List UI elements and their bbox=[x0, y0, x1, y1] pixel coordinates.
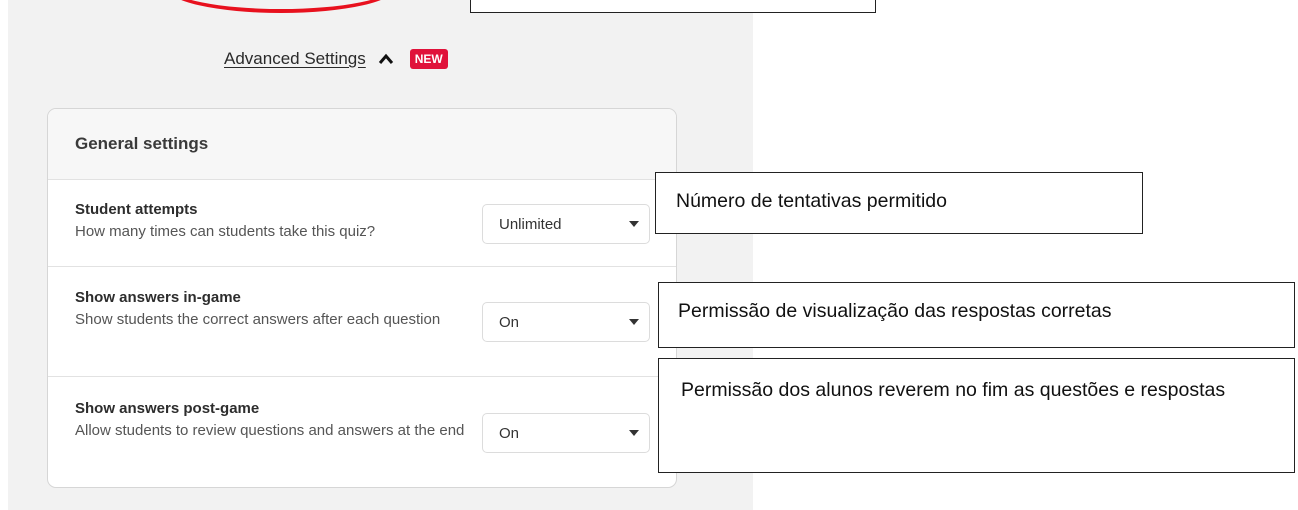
top-annotation-box bbox=[470, 0, 876, 13]
setting-description: Allow students to review questions and a… bbox=[75, 422, 465, 439]
setting-title: Student attempts bbox=[75, 201, 198, 218]
annotation-show-answers: Permissão de visualização das respostas … bbox=[658, 282, 1295, 348]
annotation-attempts: Número de tentativas permitido bbox=[655, 172, 1143, 234]
show-answers-post-game-select[interactable]: On bbox=[482, 413, 650, 453]
select-value: On bbox=[499, 424, 520, 442]
new-badge: NEW bbox=[409, 49, 448, 69]
show-answers-in-game-select[interactable]: On bbox=[482, 302, 650, 342]
general-settings-card: General settings Student attempts How ma… bbox=[47, 108, 677, 488]
advanced-settings-header: Advanced Settings NEW bbox=[224, 45, 448, 73]
setting-title: Show answers post-game bbox=[75, 400, 260, 417]
setting-row-show-answers-in-game: Show answers in-game Show students the c… bbox=[48, 267, 676, 377]
setting-row-student-attempts: Student attempts How many times can stud… bbox=[48, 180, 676, 267]
select-value: Unlimited bbox=[499, 215, 562, 233]
setting-title: Show answers in-game bbox=[75, 289, 241, 306]
student-attempts-select[interactable]: Unlimited bbox=[482, 204, 650, 244]
annotation-review: Permissão dos alunos reverem no fim as q… bbox=[658, 358, 1295, 473]
general-settings-title: General settings bbox=[48, 109, 676, 180]
setting-row-show-answers-post-game: Show answers post-game Allow students to… bbox=[48, 377, 676, 487]
dropdown-caret-icon bbox=[629, 221, 639, 227]
select-value: On bbox=[499, 313, 520, 331]
setting-description: How many times can students take this qu… bbox=[75, 223, 376, 240]
chevron-up-icon[interactable] bbox=[376, 49, 396, 69]
dropdown-caret-icon bbox=[629, 430, 639, 436]
advanced-settings-toggle[interactable]: Advanced Settings bbox=[224, 49, 366, 69]
dropdown-caret-icon bbox=[629, 319, 639, 325]
setting-description: Show students the correct answers after … bbox=[75, 311, 441, 328]
